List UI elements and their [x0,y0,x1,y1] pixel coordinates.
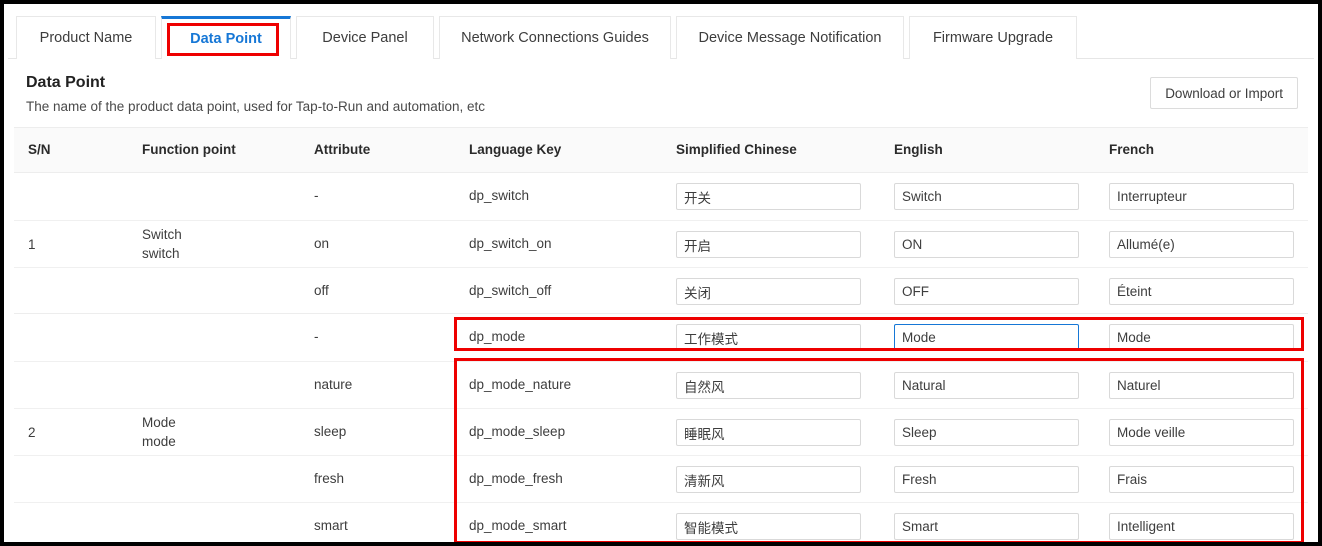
table-row: - dp_switch [14,173,1308,220]
data-point-table: S/N Function point Attribute Language Key Si… [14,127,1308,542]
english-input[interactable] [894,278,1079,305]
section-header: Data Point The name of the product data … [8,59,1314,127]
french-input[interactable] [1109,466,1294,493]
column-header-english: English [894,142,943,157]
table-row: sleep dp_mode_sleep [14,408,1308,455]
french-input[interactable] [1109,372,1294,399]
tab-device-panel[interactable]: Device Panel [296,16,434,59]
column-header-french: French [1109,142,1155,157]
table-row: off dp_switch_off [14,267,1308,314]
simplified-chinese-input[interactable] [676,278,861,305]
column-header-attribute: Attribute [314,142,371,157]
simplified-chinese-input[interactable] [676,466,861,493]
english-input[interactable] [894,231,1079,258]
page-title: Data Point [26,74,106,91]
french-input[interactable] [1109,419,1294,446]
language-key: dp_switch_on [469,236,552,251]
english-input[interactable] [894,466,1079,493]
attribute-value: sleep [314,424,347,439]
simplified-chinese-input[interactable] [676,231,861,258]
attribute-value: smart [314,518,348,533]
table-row: - dp_mode [14,314,1308,361]
english-input[interactable] [894,183,1079,210]
table-row: on dp_switch_on [14,220,1308,267]
table-row: nature dp_mode_nature [14,361,1308,408]
english-input[interactable] [894,372,1079,399]
download-or-import-button[interactable]: Download or Import [1150,77,1298,109]
tab-product-name[interactable]: Product Name [16,16,156,59]
attribute-value: - [314,188,319,203]
french-input[interactable] [1109,278,1294,305]
table-header-row: S/N Function point Attribute Language Key Si… [14,128,1308,173]
language-key: dp_mode_sleep [469,424,566,439]
french-input[interactable] [1109,513,1294,540]
table-row-group: 2Modemode-dp_modenaturedp_mode_naturesle… [14,314,1308,542]
table-row: smart dp_mode_smart [14,502,1308,542]
french-input[interactable] [1109,324,1294,351]
simplified-chinese-input[interactable] [676,372,861,399]
language-key: dp_mode [469,329,526,344]
attribute-value: nature [314,377,353,392]
simplified-chinese-input[interactable] [676,513,861,540]
language-key: dp_switch_off [469,283,552,298]
attribute-value: off [314,283,329,298]
simplified-chinese-input[interactable] [676,324,861,351]
tab-bar: Product Name Data Point Device Panel Networ… [8,11,1314,59]
page-subtitle: The name of the product data point, used… [26,99,486,114]
tab-firmware-upgrade[interactable]: Firmware Upgrade [909,16,1077,59]
tab-data-point[interactable]: Data Point [161,16,291,59]
tab-network-connections-guides[interactable]: Network Connections Guides [439,16,671,59]
table-body: 1Switchswitch-dp_switchondp_switch_onoff… [14,173,1308,542]
attribute-value: fresh [314,471,345,486]
attribute-value: on [314,236,330,251]
language-key: dp_mode_nature [469,377,572,392]
column-header-simplified-chinese: Simplified Chinese [676,142,797,157]
column-header-language-key: Language Key [469,142,562,157]
simplified-chinese-input[interactable] [676,183,861,210]
english-input[interactable] [894,513,1079,540]
attribute-value: - [314,329,319,344]
french-input[interactable] [1109,183,1294,210]
tab-device-message-notification[interactable]: Device Message Notification [676,16,904,59]
column-header-s-n: S/N [28,142,51,157]
screenshot-frame: Product Name Data Point Device Panel Networ… [0,0,1322,546]
column-header-function-point: Function point [142,142,236,157]
language-key: dp_mode_smart [469,518,567,533]
simplified-chinese-input[interactable] [676,419,861,446]
language-key: dp_switch [469,188,530,203]
english-input[interactable] [894,419,1079,446]
language-key: dp_mode_fresh [469,471,563,486]
french-input[interactable] [1109,231,1294,258]
english-input[interactable] [894,324,1079,351]
table-row-group: 1Switchswitch-dp_switchondp_switch_onoff… [14,173,1308,314]
table-row: fresh dp_mode_fresh [14,455,1308,502]
